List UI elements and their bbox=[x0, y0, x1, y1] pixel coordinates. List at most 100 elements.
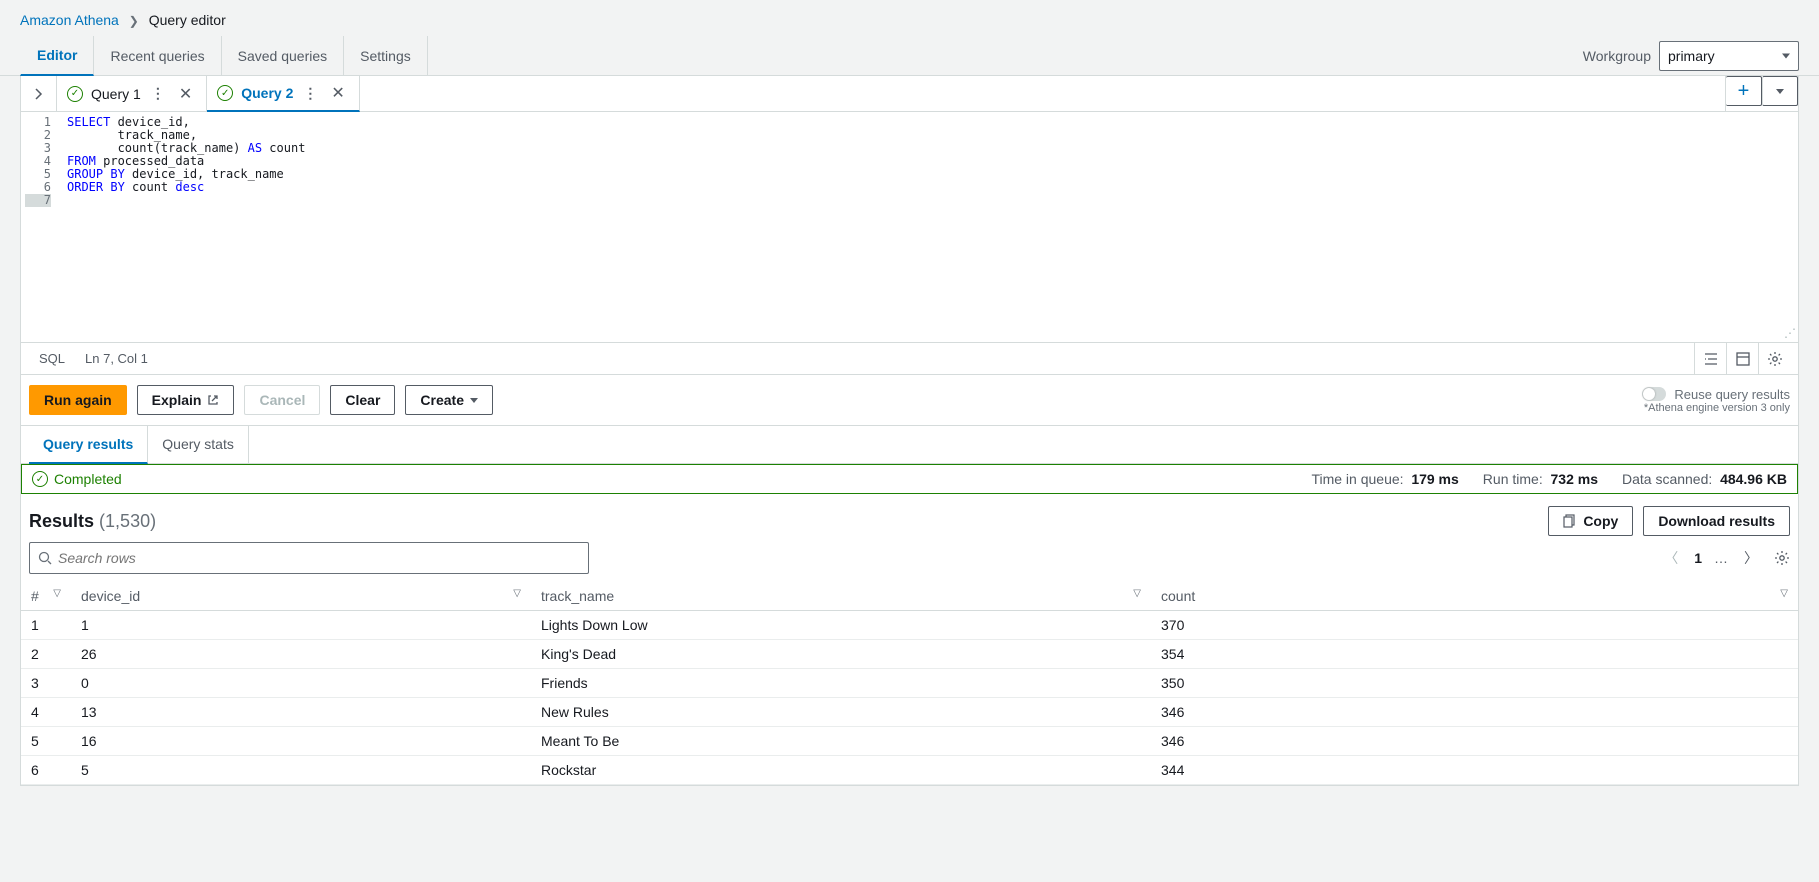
cell: 0 bbox=[71, 669, 531, 698]
workgroup-label: Workgroup bbox=[1583, 48, 1651, 64]
cursor-position: Ln 7, Col 1 bbox=[75, 351, 158, 366]
format-icon[interactable] bbox=[1694, 343, 1726, 375]
line-gutter: 1234567 bbox=[21, 112, 61, 342]
clear-button[interactable]: Clear bbox=[330, 385, 395, 415]
reuse-label: Reuse query results bbox=[1674, 387, 1790, 402]
queue-value: 179 ms bbox=[1411, 471, 1458, 487]
cell: 370 bbox=[1151, 611, 1798, 640]
chevron-right-icon: ❯ bbox=[129, 14, 139, 28]
resize-handle-icon[interactable]: ⋰ bbox=[1784, 326, 1796, 340]
cell: 16 bbox=[71, 727, 531, 756]
query-tab-1[interactable]: ✓ Query 1 ⋮ ✕ bbox=[57, 76, 207, 111]
cell: 344 bbox=[1151, 756, 1798, 785]
copy-icon bbox=[1563, 514, 1577, 528]
sql-editor[interactable]: 1234567 SELECT device_id, track_name, co… bbox=[21, 112, 1798, 342]
tab-settings[interactable]: Settings bbox=[344, 36, 428, 76]
col-index[interactable]: #▽ bbox=[21, 582, 71, 611]
pagination: 〈 1 … 〉 bbox=[1660, 544, 1790, 572]
tab-saved-queries[interactable]: Saved queries bbox=[222, 36, 345, 76]
search-icon bbox=[38, 551, 52, 565]
gear-icon[interactable] bbox=[1774, 550, 1790, 566]
cell: 6 bbox=[21, 756, 71, 785]
sort-icon[interactable]: ▽ bbox=[1780, 588, 1788, 599]
query-tab-label: Query 1 bbox=[91, 86, 141, 102]
add-tab-button[interactable]: + bbox=[1726, 76, 1762, 106]
language-indicator: SQL bbox=[29, 351, 75, 366]
cell: King's Dead bbox=[531, 640, 1151, 669]
col-track-name[interactable]: track_name▽ bbox=[531, 582, 1151, 611]
download-results-button[interactable]: Download results bbox=[1643, 506, 1790, 536]
tab-actions: + bbox=[1725, 76, 1798, 111]
cell: 3 bbox=[21, 669, 71, 698]
results-table: #▽ device_id▽ track_name▽ count▽ 11Light… bbox=[21, 582, 1798, 785]
sort-icon[interactable]: ▽ bbox=[513, 588, 521, 599]
code-area[interactable]: SELECT device_id, track_name, count(trac… bbox=[61, 112, 1798, 342]
scanned-label: Data scanned: bbox=[1622, 471, 1712, 487]
check-icon: ✓ bbox=[67, 86, 83, 102]
breadcrumb-root[interactable]: Amazon Athena bbox=[20, 12, 119, 28]
reuse-toggle[interactable] bbox=[1642, 387, 1666, 401]
tab-menu-icon[interactable]: ⋮ bbox=[301, 85, 319, 102]
search-input[interactable] bbox=[58, 550, 580, 566]
tab-query-results[interactable]: Query results bbox=[29, 426, 148, 464]
table-row: 226King's Dead354 bbox=[21, 640, 1798, 669]
scanned-value: 484.96 KB bbox=[1720, 471, 1787, 487]
reuse-note: *Athena engine version 3 only bbox=[1642, 402, 1790, 414]
col-device-id[interactable]: device_id▽ bbox=[71, 582, 531, 611]
result-tabs: Query results Query stats bbox=[21, 426, 1798, 464]
cell: 13 bbox=[71, 698, 531, 727]
search-box[interactable] bbox=[29, 542, 589, 574]
col-count[interactable]: count▽ bbox=[1151, 582, 1798, 611]
table-row: 11Lights Down Low370 bbox=[21, 611, 1798, 640]
check-icon: ✓ bbox=[217, 85, 233, 101]
editor-status-strip: SQL Ln 7, Col 1 bbox=[21, 342, 1798, 374]
main-tabs: Editor Recent queries Saved queries Sett… bbox=[0, 36, 1819, 76]
query-tab-2[interactable]: ✓ Query 2 ⋮ ✕ bbox=[207, 76, 360, 112]
runtime-value: 732 ms bbox=[1551, 471, 1598, 487]
tab-recent-queries[interactable]: Recent queries bbox=[94, 36, 221, 76]
run-button[interactable]: Run again bbox=[29, 385, 127, 415]
cell: 346 bbox=[1151, 698, 1798, 727]
table-row: 413New Rules346 bbox=[21, 698, 1798, 727]
breadcrumb: Amazon Athena ❯ Query editor bbox=[0, 0, 1819, 36]
external-link-icon bbox=[207, 394, 219, 406]
cancel-button: Cancel bbox=[244, 385, 320, 415]
check-icon: ✓ bbox=[32, 471, 48, 487]
page-ellipsis: … bbox=[1714, 550, 1728, 566]
cell: 1 bbox=[21, 611, 71, 640]
layout-icon[interactable] bbox=[1726, 343, 1758, 375]
tab-editor[interactable]: Editor bbox=[20, 36, 94, 76]
cell: 350 bbox=[1151, 669, 1798, 698]
search-row: 〈 1 … 〉 bbox=[21, 542, 1798, 582]
cell: Friends bbox=[531, 669, 1151, 698]
cell: 26 bbox=[71, 640, 531, 669]
chevron-down-icon bbox=[470, 398, 478, 403]
cell: 5 bbox=[71, 756, 531, 785]
query-tab-strip: ✓ Query 1 ⋮ ✕ ✓ Query 2 ⋮ ✕ + bbox=[21, 76, 1798, 112]
cell: 2 bbox=[21, 640, 71, 669]
table-row: 516Meant To Be346 bbox=[21, 727, 1798, 756]
tab-query-stats[interactable]: Query stats bbox=[148, 426, 249, 463]
tab-menu-icon[interactable]: ⋮ bbox=[149, 85, 167, 102]
workgroup-select[interactable]: primary bbox=[1659, 41, 1799, 71]
tab-overflow-button[interactable] bbox=[1762, 76, 1798, 106]
prev-page-button[interactable]: 〈 bbox=[1660, 544, 1682, 572]
cell: Rockstar bbox=[531, 756, 1151, 785]
copy-button[interactable]: Copy bbox=[1548, 506, 1633, 536]
close-icon[interactable]: ✕ bbox=[175, 84, 196, 104]
sort-icon[interactable]: ▽ bbox=[1133, 588, 1141, 599]
explain-button[interactable]: Explain bbox=[137, 385, 235, 415]
sidebar-toggle[interactable] bbox=[21, 76, 57, 111]
next-page-button[interactable]: 〉 bbox=[1740, 544, 1762, 572]
results-header: Results (1,530) Copy Download results bbox=[21, 494, 1798, 542]
cell: Meant To Be bbox=[531, 727, 1151, 756]
close-icon[interactable]: ✕ bbox=[327, 83, 348, 103]
query-tab-label: Query 2 bbox=[241, 85, 293, 101]
gear-icon[interactable] bbox=[1758, 343, 1790, 375]
cell: 5 bbox=[21, 727, 71, 756]
cell: 354 bbox=[1151, 640, 1798, 669]
runtime-label: Run time: bbox=[1483, 471, 1543, 487]
cell: 346 bbox=[1151, 727, 1798, 756]
sort-icon[interactable]: ▽ bbox=[53, 588, 61, 599]
create-button[interactable]: Create bbox=[405, 385, 493, 415]
